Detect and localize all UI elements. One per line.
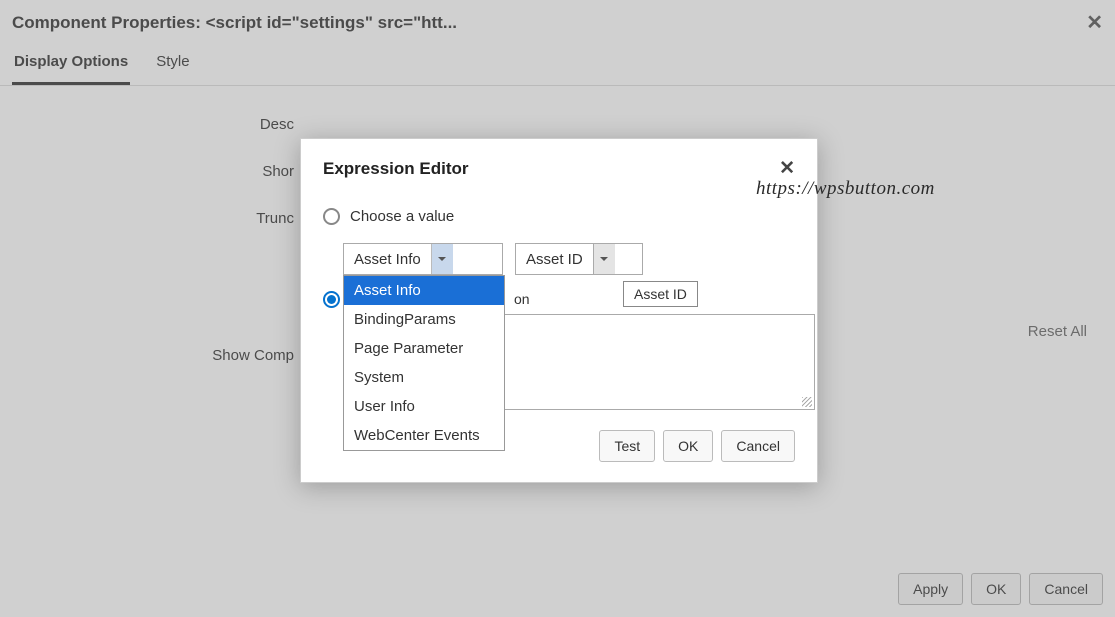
expression-editor-modal: Expression Editor ✕ Choose a value Asset… [300,138,818,483]
dropdown-item-page-parameter[interactable]: Page Parameter [344,334,504,363]
dropdown-item-bindingparams[interactable]: BindingParams [344,305,504,334]
tab-display-options[interactable]: Display Options [12,43,130,85]
tooltip-asset-id: Asset ID [623,281,698,307]
select-value[interactable]: Asset ID [515,243,643,275]
chevron-down-icon [593,244,615,274]
modal-title: Expression Editor [323,159,468,179]
modal-cancel-button[interactable]: Cancel [721,430,795,462]
tab-style[interactable]: Style [154,43,191,85]
choose-value-row: Choose a value [323,208,795,225]
select-category[interactable]: Asset Info [343,243,503,275]
tab-bar: Display Options Style [0,43,1115,86]
ok-button[interactable]: OK [971,573,1021,605]
selects-row: Asset Info Asset ID Asset Info BindingPa… [343,243,795,275]
reset-all-link[interactable]: Reset All [1028,323,1087,340]
label-truncate: Trunc [12,210,312,227]
select-value-text: Asset ID [516,251,593,268]
type-expression-label-fragment: on [514,291,530,307]
watermark-text: https://wpsbutton.com [756,178,935,200]
label-show-component: Show Comp [12,347,312,364]
dropdown-item-user-info[interactable]: User Info [344,392,504,421]
cancel-button[interactable]: Cancel [1029,573,1103,605]
panel-footer-buttons: Apply OK Cancel [898,573,1103,605]
chevron-down-icon [431,244,453,274]
apply-button[interactable]: Apply [898,573,963,605]
label-short-desc: Shor [12,163,312,180]
modal-header: Expression Editor ✕ [323,157,795,180]
dropdown-item-system[interactable]: System [344,363,504,392]
choose-value-label: Choose a value [350,208,454,225]
radio-choose-value[interactable] [323,208,340,225]
select-category-value: Asset Info [344,251,431,268]
test-button[interactable]: Test [599,430,655,462]
panel-title: Component Properties: <script id="settin… [12,13,457,33]
category-dropdown: Asset Info BindingParams Page Parameter … [343,275,505,451]
dropdown-item-asset-info[interactable]: Asset Info [344,276,504,305]
modal-ok-button[interactable]: OK [663,430,713,462]
close-icon[interactable]: ✕ [1086,10,1103,35]
radio-type-expression[interactable] [323,291,340,308]
dropdown-item-webcenter-events[interactable]: WebCenter Events [344,421,504,450]
panel-header: Component Properties: <script id="settin… [0,0,1115,43]
label-description: Desc [12,116,312,133]
modal-close-icon[interactable]: ✕ [779,157,795,180]
